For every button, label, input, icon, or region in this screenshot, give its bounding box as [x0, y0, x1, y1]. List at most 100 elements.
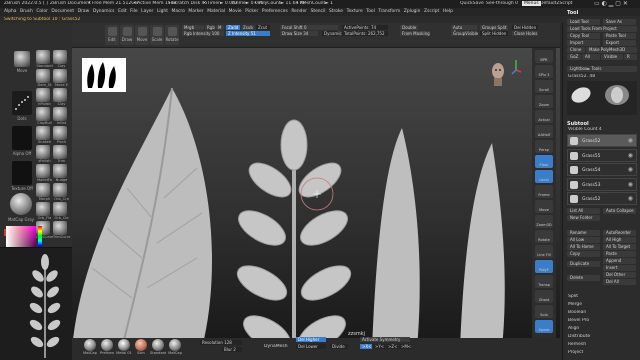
- material-matcap[interactable]: MatCap: [82, 339, 98, 359]
- menus-button[interactable]: Menus: [522, 0, 541, 6]
- del-lower-button[interactable]: Del Lower: [296, 344, 326, 349]
- blur-slider[interactable]: Blur 2: [222, 347, 242, 352]
- load-tools-from-project-button[interactable]: Load Tools From Project: [567, 26, 637, 32]
- menu-color[interactable]: Color: [36, 9, 47, 14]
- menu-macro[interactable]: Macro: [172, 9, 185, 14]
- insert-button[interactable]: Insert: [603, 265, 636, 271]
- quicksave-button[interactable]: QuickSave: [460, 1, 484, 6]
- view-rotate-button[interactable]: Rotate: [535, 230, 553, 243]
- rename-button[interactable]: Rename: [567, 230, 600, 236]
- save-as-button[interactable]: Save As: [603, 19, 636, 25]
- load-tool-button[interactable]: Load Tool: [567, 19, 600, 25]
- subtool-row[interactable]: Grass53 ◉: [567, 177, 637, 191]
- rgb-intensity-slider[interactable]: Rgb Intensity 100: [182, 31, 224, 36]
- auto-reorder-button[interactable]: AutoReorder: [603, 230, 636, 236]
- subtool-row[interactable]: Grass54 ◉: [567, 163, 637, 176]
- material-prefrom[interactable]: Prefrom: [99, 339, 115, 359]
- window-icons[interactable]: ▭ ◐ ▁ ▢ ✕: [594, 0, 628, 7]
- visibility-eye-icon[interactable]: ◉: [628, 166, 633, 173]
- clone-button[interactable]: Clone: [567, 47, 585, 53]
- menu-picker[interactable]: Picker: [245, 9, 258, 14]
- menu-dynamics[interactable]: Dynamics: [93, 9, 115, 14]
- brush-malletfa[interactable]: MalletFa: [36, 164, 53, 182]
- menu-file[interactable]: File: [130, 9, 137, 14]
- distribute-menu[interactable]: Distribute: [568, 334, 590, 339]
- copy-tool-button[interactable]: Copy Tool: [567, 33, 600, 39]
- close-holes-button[interactable]: Close Holes: [512, 31, 538, 36]
- menu-marker[interactable]: Marker: [188, 9, 203, 14]
- brush-orb-cra[interactable]: Orb_Cra: [53, 183, 70, 201]
- brush-orb-cla[interactable]: Orb_Cla: [53, 202, 70, 220]
- visibility-eye-icon[interactable]: ◉: [628, 137, 633, 144]
- view-polyf-button[interactable]: PolyF: [535, 260, 553, 273]
- split-hidden-button[interactable]: Split Hidden: [480, 31, 508, 36]
- menu-stencil[interactable]: Stencil: [311, 9, 326, 14]
- import-button[interactable]: Import: [567, 40, 600, 46]
- m-axis-button[interactable]: >M<: [399, 344, 411, 349]
- menu-alpha[interactable]: Alpha: [4, 9, 16, 14]
- menu-render[interactable]: Render: [291, 9, 307, 14]
- dynamesh-button[interactable]: DynaMesh: [264, 344, 288, 349]
- all-high-button[interactable]: All High: [603, 237, 636, 243]
- brush-trim[interactable]: Trim: [53, 145, 70, 163]
- menu-document[interactable]: Document: [51, 9, 74, 14]
- brush-nudge[interactable]: Nudge: [53, 164, 70, 182]
- visibility-eye-icon[interactable]: ◉: [628, 152, 633, 159]
- remesh-menu[interactable]: Remesh: [568, 342, 586, 347]
- z-axis-button[interactable]: >Z<: [386, 344, 398, 349]
- menu-transform[interactable]: Transform: [378, 9, 400, 14]
- material-sphere[interactable]: [10, 193, 32, 215]
- viewport-canvas[interactable]: zzsmkj: [72, 48, 560, 338]
- all-to-home-button[interactable]: All To Home: [567, 244, 600, 250]
- material-metal-01[interactable]: Metal 01: [116, 339, 132, 359]
- lightbox-tools-button[interactable]: Lightbox► Tools: [567, 66, 637, 72]
- paste-button[interactable]: Paste: [603, 251, 636, 257]
- append-button[interactable]: Append: [603, 258, 636, 264]
- subtool-row[interactable]: Grass52 ◉: [567, 192, 637, 205]
- view-solo-button[interactable]: Solo: [535, 305, 553, 318]
- activate-symmetry-button[interactable]: Activate Symmetry: [360, 337, 410, 342]
- menu-tool[interactable]: Tool: [366, 9, 375, 14]
- brush-snakeh[interactable]: Snakeh: [36, 126, 53, 144]
- boolean-menu[interactable]: Boolean: [568, 310, 586, 315]
- draw-button[interactable]: Draw: [120, 25, 134, 45]
- del-higher-button[interactable]: Del Higher: [296, 337, 326, 342]
- goz-button[interactable]: GoZ: [567, 54, 581, 60]
- merge-menu[interactable]: Merge: [568, 302, 582, 307]
- brush-clay[interactable]: Clay: [53, 88, 70, 106]
- brush-inflat[interactable]: Inflat: [53, 107, 70, 125]
- view-scroll-button[interactable]: Scroll: [535, 80, 553, 93]
- duplicate-button[interactable]: Duplicate: [567, 261, 600, 267]
- project-menu[interactable]: Project: [568, 350, 583, 355]
- zsub-button[interactable]: Zsub: [241, 25, 255, 30]
- move-brush-thumb[interactable]: [14, 51, 30, 67]
- paste-tool-button[interactable]: Paste Tool: [603, 33, 636, 39]
- visibility-eye-icon[interactable]: ◉: [628, 195, 633, 202]
- view-actual-button[interactable]: Actual: [535, 110, 553, 123]
- groups-split-button[interactable]: Groups Split: [480, 25, 508, 30]
- dynamic-button[interactable]: Dynamic: [322, 31, 342, 36]
- view-frame-button[interactable]: Frame: [535, 185, 553, 198]
- m-button[interactable]: M: [216, 25, 224, 30]
- subtool-row[interactable]: Grass52 ◉: [567, 134, 637, 147]
- menu-brush[interactable]: Brush: [20, 9, 33, 14]
- all-to-target-button[interactable]: All To Target: [603, 244, 636, 250]
- all-low-button[interactable]: All Low: [567, 237, 600, 243]
- view-floor-button[interactable]: Floor: [535, 155, 553, 168]
- menu-draw[interactable]: Draw: [78, 9, 89, 14]
- menu-layer[interactable]: Layer: [141, 9, 153, 14]
- menu-zscript[interactable]: Zscript: [424, 9, 439, 14]
- menu-material[interactable]: Material: [207, 9, 225, 14]
- zcut-button[interactable]: Zcut: [256, 25, 270, 30]
- see-through-slider[interactable]: See-through 0: [486, 1, 518, 6]
- alpha-thumb[interactable]: [12, 126, 32, 150]
- del-hidden-button[interactable]: Del Hidden: [512, 25, 538, 30]
- export-button[interactable]: Export: [603, 40, 636, 46]
- view-zoom-button[interactable]: Zoom: [535, 95, 553, 108]
- menu-help[interactable]: Help: [443, 9, 453, 14]
- brush-standard[interactable]: Standard: [36, 50, 53, 68]
- brush-spolish[interactable]: sPolish: [36, 145, 53, 163]
- list-all-button[interactable]: List All: [567, 208, 600, 214]
- divide-button[interactable]: Divide: [330, 344, 348, 349]
- rotate-button[interactable]: Rotate: [165, 25, 179, 45]
